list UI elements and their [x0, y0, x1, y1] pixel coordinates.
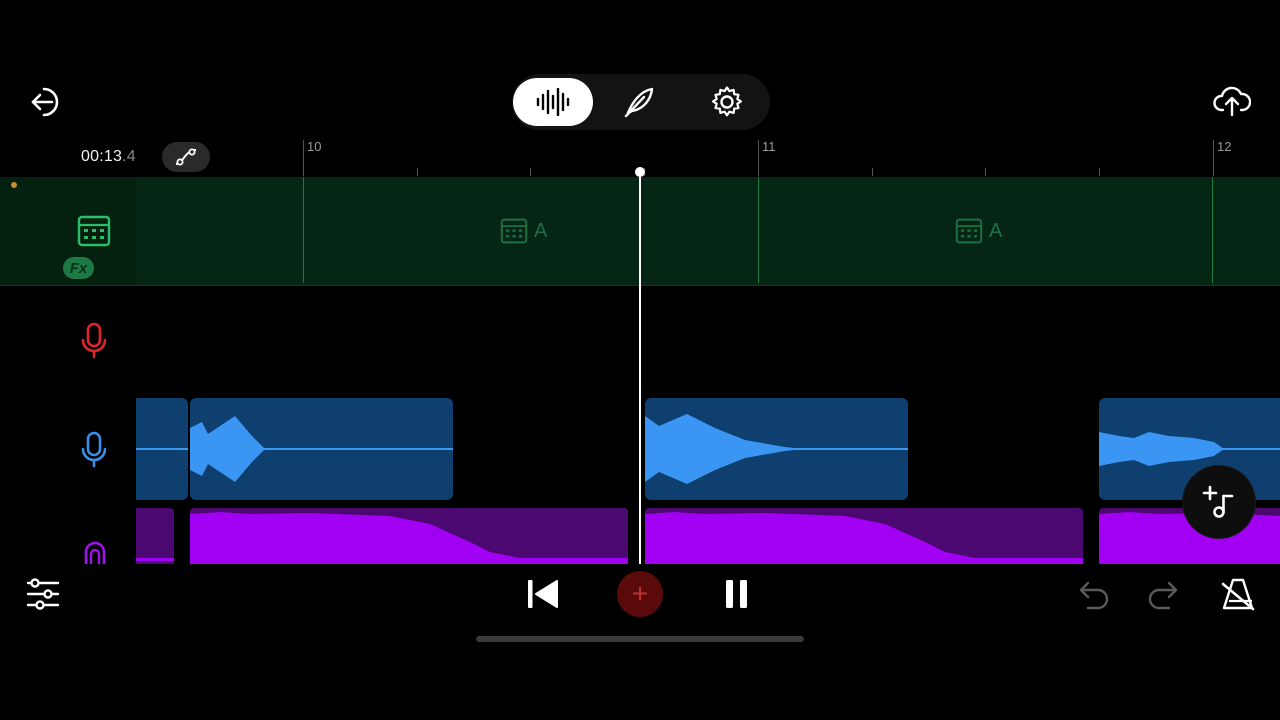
drum-machine-icon: [955, 218, 983, 244]
redo-icon[interactable]: [1147, 580, 1183, 610]
drum-machine-icon: [500, 218, 528, 244]
ruler-beat-tick: [872, 168, 873, 176]
audio-clip[interactable]: [136, 398, 188, 500]
add-instrument-icon: [1201, 484, 1237, 520]
pattern-label: A: [534, 219, 548, 242]
microphone-icon[interactable]: [79, 431, 109, 469]
undo-icon[interactable]: [1074, 580, 1110, 610]
record-add-label: +: [631, 578, 649, 609]
record-button[interactable]: +: [617, 571, 663, 617]
track-armed-indicator: [11, 182, 17, 188]
pause-icon: [724, 578, 750, 610]
gear-icon: [710, 85, 744, 119]
fx-badge[interactable]: Fx: [63, 257, 94, 279]
feather-icon: [622, 85, 656, 119]
ruler-bar-tick: [303, 140, 304, 176]
metronome-off-icon[interactable]: [1220, 576, 1256, 612]
ruler-beat-tick: [417, 168, 418, 176]
ruler-bar-tick: [758, 140, 759, 176]
synth-clip[interactable]: [136, 508, 174, 564]
synth-clip[interactable]: [645, 508, 1083, 564]
ruler-beat-tick: [1099, 168, 1100, 176]
ruler-label: 10: [307, 139, 322, 154]
sliders-icon[interactable]: [26, 577, 60, 611]
ruler-beat-tick: [985, 168, 986, 176]
pattern-clip[interactable]: A: [955, 218, 1002, 244]
audio-clip[interactable]: [190, 398, 453, 500]
waveform-icon: [535, 88, 571, 116]
ruler-beat-tick: [530, 168, 531, 176]
audio-clip[interactable]: [645, 398, 908, 500]
synth-icon[interactable]: [82, 540, 108, 564]
synth-clip[interactable]: [190, 508, 628, 564]
ruler-label: 11: [762, 139, 776, 154]
playhead-handle[interactable]: [635, 167, 645, 177]
mode-waveform-button[interactable]: [513, 78, 593, 126]
pattern-boundary: [303, 177, 304, 283]
cloud-upload-icon[interactable]: [1213, 84, 1251, 118]
time-display: 00:13.4: [81, 148, 136, 165]
mode-feather-button[interactable]: [599, 78, 679, 126]
drum-machine-icon[interactable]: [77, 215, 111, 247]
ruler-label: 12: [1217, 139, 1232, 154]
microphone-icon[interactable]: [79, 322, 109, 360]
pattern-boundary: [1212, 177, 1213, 283]
pause-button[interactable]: [724, 578, 750, 610]
playhead[interactable]: [639, 172, 641, 564]
exit-arrow-icon[interactable]: [30, 86, 66, 118]
ruler-bar-tick: [1213, 140, 1214, 176]
skip-back-button[interactable]: [526, 578, 560, 610]
pattern-label: A: [989, 219, 1003, 242]
skip-back-icon: [526, 578, 560, 610]
pattern-boundary: [758, 177, 759, 283]
pattern-clip[interactable]: A: [500, 218, 547, 244]
mode-settings-button[interactable]: [687, 78, 767, 126]
home-indicator[interactable]: [476, 636, 804, 642]
add-instrument-button[interactable]: [1183, 466, 1255, 538]
